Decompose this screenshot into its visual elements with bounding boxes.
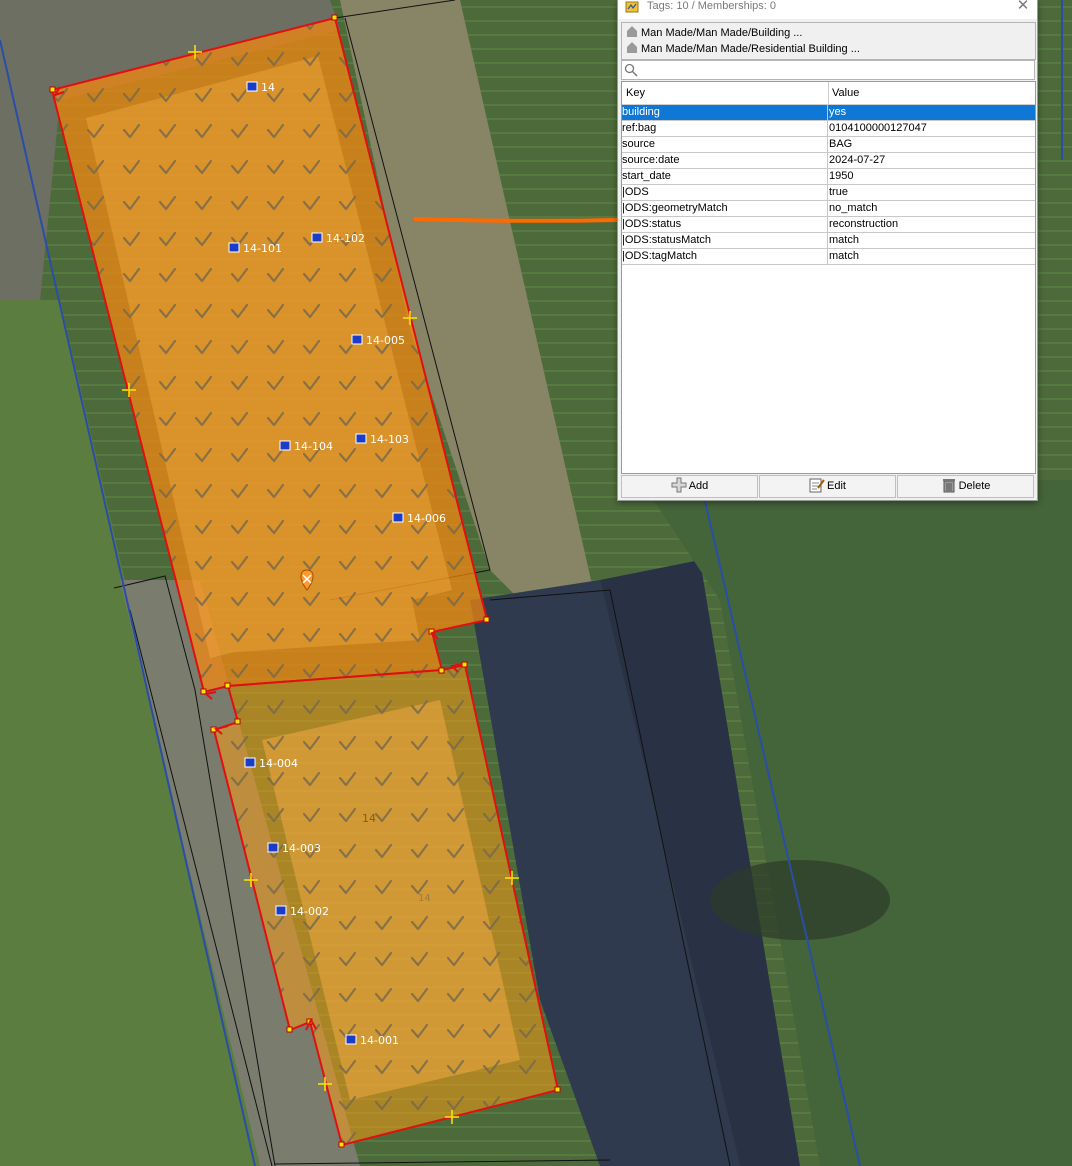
tag-key[interactable]: |ODS xyxy=(622,185,828,200)
tag-value[interactable]: 2024-07-27 xyxy=(829,153,1034,168)
table-row[interactable]: source:date 2024-07-27 xyxy=(622,153,1035,169)
delete-label: Delete xyxy=(958,480,991,492)
preset-link-building[interactable]: Man Made/Man Made/Building ... xyxy=(626,25,802,41)
table-row[interactable]: |ODS:geometryMatch no_match xyxy=(622,201,1035,217)
address-icon[interactable] xyxy=(351,334,363,345)
table-row[interactable]: |ODS:statusMatch match xyxy=(622,233,1035,249)
address-label: 14-001 xyxy=(360,1034,399,1047)
dialog-titlebar[interactable]: Tags: 10 / Memberships: 0 ✕ xyxy=(618,0,1037,19)
address-label: 14 xyxy=(261,81,275,94)
address-icon[interactable] xyxy=(244,757,256,768)
address-icon[interactable] xyxy=(311,232,323,243)
edit-label: Edit xyxy=(827,480,846,492)
address-icon[interactable] xyxy=(345,1034,357,1045)
table-header: Key Value xyxy=(622,82,1035,105)
address-icon[interactable] xyxy=(355,433,367,444)
address-icon[interactable] xyxy=(279,440,291,451)
address-label: 14-004 xyxy=(259,757,298,770)
tag-key[interactable]: start_date xyxy=(622,169,828,184)
button-bar: Add Edit Delete xyxy=(621,475,1034,498)
tag-value[interactable]: 1950 xyxy=(829,169,1034,184)
josm-logo-icon xyxy=(625,1,639,13)
table-row[interactable]: building yes xyxy=(622,105,1035,121)
add-button[interactable]: Add xyxy=(621,475,758,498)
trash-icon xyxy=(942,479,955,493)
column-header-value[interactable]: Value xyxy=(828,82,1032,104)
tag-key[interactable]: |ODS:tagMatch xyxy=(622,249,828,264)
add-label: Add xyxy=(688,480,709,492)
address-label: 14-005 xyxy=(366,334,405,347)
address-icon[interactable] xyxy=(267,842,279,853)
tag-key[interactable]: ref:bag xyxy=(622,121,828,136)
address-label: 14-006 xyxy=(407,512,446,525)
tag-key[interactable]: |ODS:geometryMatch xyxy=(622,201,828,216)
highlight-connector xyxy=(413,217,618,223)
table-row[interactable]: start_date 1950 xyxy=(622,169,1035,185)
building-label: 14 xyxy=(418,893,431,904)
dialog-title: Tags: 10 / Memberships: 0 xyxy=(647,0,777,12)
building-label: 14 xyxy=(362,812,376,825)
tag-value[interactable]: match xyxy=(829,249,1034,264)
tag-key[interactable]: source xyxy=(622,137,828,152)
preset-label: Man Made/Man Made/Residential Building .… xyxy=(641,43,860,55)
tag-table[interactable]: Key Value building yes ref:bag 010410000012… xyxy=(621,81,1036,474)
table-row[interactable]: |ODS:status reconstruction xyxy=(622,217,1035,233)
table-row[interactable]: |ODS:tagMatch match xyxy=(622,249,1035,265)
delete-button[interactable]: Delete xyxy=(897,475,1034,498)
preset-label: Man Made/Man Made/Building ... xyxy=(641,27,803,39)
address-label: 14-101 xyxy=(243,242,282,255)
tag-key[interactable]: source:date xyxy=(622,153,828,168)
tag-value[interactable]: true xyxy=(829,185,1034,200)
tree-shadow xyxy=(710,860,890,940)
tag-value[interactable]: reconstruction xyxy=(829,217,1034,232)
address-label: 14-103 xyxy=(370,433,409,446)
table-row[interactable]: source BAG xyxy=(622,137,1035,153)
close-icon[interactable]: ✕ xyxy=(1015,0,1031,14)
tag-search-input[interactable] xyxy=(621,60,1035,80)
plus-icon xyxy=(671,477,687,493)
tag-key[interactable]: |ODS:statusMatch xyxy=(622,233,828,248)
table-row[interactable]: ref:bag 0104100000127047 xyxy=(622,121,1035,137)
edit-icon xyxy=(809,478,825,493)
tag-value[interactable]: 0104100000127047 xyxy=(829,121,1034,136)
tag-value[interactable]: match xyxy=(829,233,1034,248)
address-label: 14-102 xyxy=(326,232,365,245)
address-label: 14-002 xyxy=(290,905,329,918)
house-icon xyxy=(627,42,637,53)
tag-value[interactable]: yes xyxy=(829,105,1034,120)
tag-editor-dialog: Tags: 10 / Memberships: 0 ✕ Man Made/Man… xyxy=(617,0,1038,501)
tag-value[interactable]: no_match xyxy=(829,201,1034,216)
tag-key[interactable]: building xyxy=(622,105,828,120)
edit-button[interactable]: Edit xyxy=(759,475,896,498)
address-label: 14-104 xyxy=(294,440,333,453)
preset-link-residential[interactable]: Man Made/Man Made/Residential Building .… xyxy=(626,41,860,57)
column-header-key[interactable]: Key xyxy=(622,82,829,104)
search-icon xyxy=(624,63,638,77)
tag-value[interactable]: BAG xyxy=(829,137,1034,152)
address-icon[interactable] xyxy=(246,81,258,92)
address-icon[interactable] xyxy=(392,512,404,523)
house-icon xyxy=(627,26,637,37)
preset-list: Man Made/Man Made/Building ... Man Made/… xyxy=(621,22,1036,60)
address-icon[interactable] xyxy=(228,242,240,253)
address-icon[interactable] xyxy=(275,905,287,916)
table-row[interactable]: |ODS true xyxy=(622,185,1035,201)
tag-key[interactable]: |ODS:status xyxy=(622,217,828,232)
address-label: 14-003 xyxy=(282,842,321,855)
